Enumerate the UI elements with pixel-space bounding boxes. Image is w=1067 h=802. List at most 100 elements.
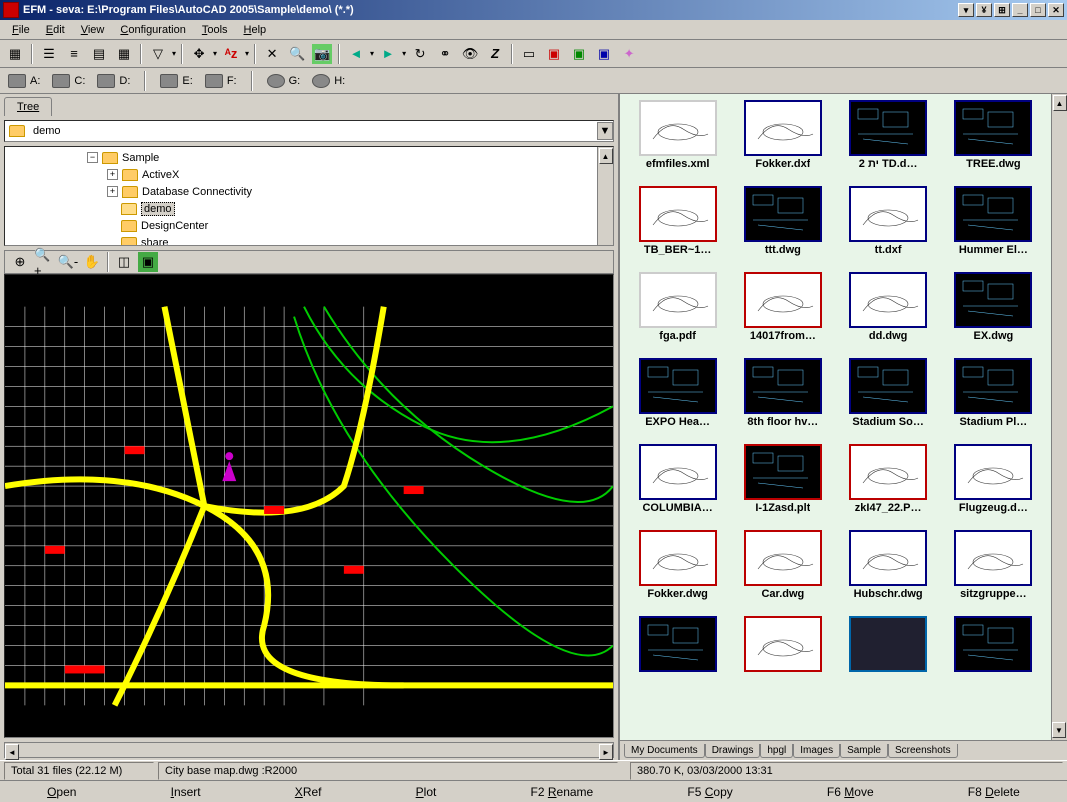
thumbnail-item[interactable]: tt.dxf <box>837 186 940 270</box>
layout-icon[interactable]: ▦ <box>4 43 26 65</box>
fkey-plot[interactable]: Plot <box>416 785 437 799</box>
menu-tools[interactable]: Tools <box>194 22 236 38</box>
thumbnail-item[interactable] <box>731 616 834 700</box>
tree-node-activex[interactable]: ActiveX <box>142 169 179 181</box>
tree-node-sample[interactable]: Sample <box>122 152 159 164</box>
thumbnail-item[interactable]: 2 ית TD.d… <box>837 100 940 184</box>
tree-node-share[interactable]: share <box>141 237 169 247</box>
tree-tab[interactable]: Tree <box>4 97 52 116</box>
extra-button-1[interactable]: ▾ <box>958 3 974 17</box>
word-icon[interactable]: ▣ <box>593 43 615 65</box>
maximize-button[interactable]: □ <box>1030 3 1046 17</box>
folder-tab[interactable]: My Documents <box>624 744 705 758</box>
thumbnail-item[interactable]: fga.pdf <box>626 272 729 356</box>
move-icon[interactable]: ✥ <box>188 43 210 65</box>
dropdown-arrow-icon[interactable]: ▼ <box>597 122 613 140</box>
tree-expand-icon[interactable]: + <box>107 169 118 180</box>
thumbnail-item[interactable] <box>837 616 940 700</box>
folder-tree[interactable]: −Sample +ActiveX +Database Connectivity … <box>4 146 614 246</box>
thumbnail-item[interactable]: ttt.dwg <box>731 186 834 270</box>
thumbnail-item[interactable]: Car.dwg <box>731 530 834 614</box>
thumbnail-item[interactable]: I-1Zasd.plt <box>731 444 834 528</box>
drive-e[interactable]: E: <box>160 74 192 88</box>
delete-icon[interactable]: ✕ <box>261 43 283 65</box>
thumbnail-item[interactable]: 8th floor hv… <box>731 358 834 442</box>
menu-help[interactable]: Help <box>236 22 275 38</box>
fkey-delete[interactable]: F8 Delete <box>968 785 1020 799</box>
thumbnail-item[interactable]: Hubschr.dwg <box>837 530 940 614</box>
thumbnail-item[interactable]: EXPO Hea… <box>626 358 729 442</box>
zoom-out-icon[interactable]: 🔍- <box>57 251 79 273</box>
menu-view[interactable]: View <box>73 22 113 38</box>
pdf-icon[interactable]: ▣ <box>543 43 565 65</box>
fkey-move[interactable]: F6 Move <box>827 785 874 799</box>
scroll-left-icon[interactable]: ◄ <box>5 744 19 760</box>
excel-icon[interactable]: ▣ <box>568 43 590 65</box>
thumbnail-item[interactable] <box>626 616 729 700</box>
tree-expand-icon[interactable]: + <box>107 186 118 197</box>
drive-f[interactable]: F: <box>205 74 237 88</box>
thumbnail-item[interactable]: Hummer El… <box>942 186 1045 270</box>
tree-collapse-icon[interactable]: − <box>87 152 98 163</box>
thumbnail-item[interactable] <box>942 616 1045 700</box>
camera-icon[interactable]: 📷 <box>311 43 333 65</box>
thumbnail-item[interactable]: COLUMBIA… <box>626 444 729 528</box>
zoom-in-icon[interactable]: 🔍+ <box>33 251 55 273</box>
thumbnail-item[interactable]: efmfiles.xml <box>626 100 729 184</box>
thumbnail-item[interactable]: Fokker.dwg <box>626 530 729 614</box>
minimize-button[interactable]: _ <box>1012 3 1028 17</box>
sparkle-icon[interactable]: ✦ <box>618 43 640 65</box>
fkey-insert[interactable]: Insert <box>171 785 201 799</box>
thumbnail-item[interactable]: Stadium Pl… <box>942 358 1045 442</box>
extra-button-2[interactable]: ¥ <box>976 3 992 17</box>
thumbnail-item[interactable]: Flugzeug.d… <box>942 444 1045 528</box>
pan-icon[interactable]: ✋ <box>81 251 103 273</box>
preview-hscrollbar[interactable]: ◄ ► <box>4 742 614 758</box>
filter-icon[interactable]: ▽ <box>147 43 169 65</box>
view-small-icon[interactable]: ▤ <box>88 43 110 65</box>
path-combo[interactable]: demo ▼ <box>4 120 614 142</box>
folder-tab[interactable]: hpgl <box>760 744 793 758</box>
sort-icon[interactable]: ᴬz <box>220 43 242 65</box>
thumbnail-item[interactable]: sitzgruppe… <box>942 530 1045 614</box>
view-large-icon[interactable]: ▦ <box>113 43 135 65</box>
close-button[interactable]: ✕ <box>1048 3 1064 17</box>
thumbnail-item[interactable]: Stadium So… <box>837 358 940 442</box>
drive-g[interactable]: G: <box>267 74 301 88</box>
eye-icon[interactable]: 👁 <box>459 43 481 65</box>
scroll-down-icon[interactable]: ▼ <box>1052 722 1066 738</box>
doc-icon[interactable]: ▭ <box>518 43 540 65</box>
forward-icon[interactable]: ► <box>377 43 399 65</box>
refresh-icon[interactable]: ↻ <box>409 43 431 65</box>
fkey-xref[interactable]: XRef <box>295 785 322 799</box>
cad-preview[interactable] <box>4 274 614 738</box>
menu-edit[interactable]: Edit <box>38 22 73 38</box>
crop-icon[interactable]: ◫ <box>113 251 135 273</box>
folder-tab[interactable]: Sample <box>840 744 888 758</box>
thumbnail-item[interactable]: EX.dwg <box>942 272 1045 356</box>
scroll-up-icon[interactable]: ▲ <box>599 148 613 164</box>
view-list-icon[interactable]: ☰ <box>38 43 60 65</box>
menu-configuration[interactable]: Configuration <box>112 22 193 38</box>
z-icon[interactable]: Z <box>484 43 506 65</box>
scroll-up-icon[interactable]: ▲ <box>1053 95 1067 111</box>
thumbnail-item[interactable]: dd.dwg <box>837 272 940 356</box>
folder-tab[interactable]: Drawings <box>705 744 761 758</box>
tree-node-db[interactable]: Database Connectivity <box>142 186 252 198</box>
tree-node-designcenter[interactable]: DesignCenter <box>141 220 208 232</box>
thumbnail-item[interactable]: TREE.dwg <box>942 100 1045 184</box>
tree-node-demo[interactable]: demo <box>141 202 175 216</box>
drive-d[interactable]: D: <box>97 74 130 88</box>
extra-button-3[interactable]: ⊞ <box>994 3 1010 17</box>
fkey-copy[interactable]: F5 Copy <box>687 785 732 799</box>
tree-scrollbar[interactable]: ▲ <box>597 147 613 245</box>
thumbnail-item[interactable]: Fokker.dxf <box>731 100 834 184</box>
fkey-open[interactable]: Open <box>47 785 76 799</box>
thumbnail-item[interactable]: 14017from… <box>731 272 834 356</box>
binoculars-icon[interactable]: 🔍 <box>286 43 308 65</box>
drive-a[interactable]: A: <box>8 74 40 88</box>
scroll-right-icon[interactable]: ► <box>599 744 613 760</box>
zoom-extents-icon[interactable]: ⊕ <box>9 251 31 273</box>
folder-tab[interactable]: Images <box>793 744 840 758</box>
thumbnail-item[interactable]: zkI47_22.P… <box>837 444 940 528</box>
